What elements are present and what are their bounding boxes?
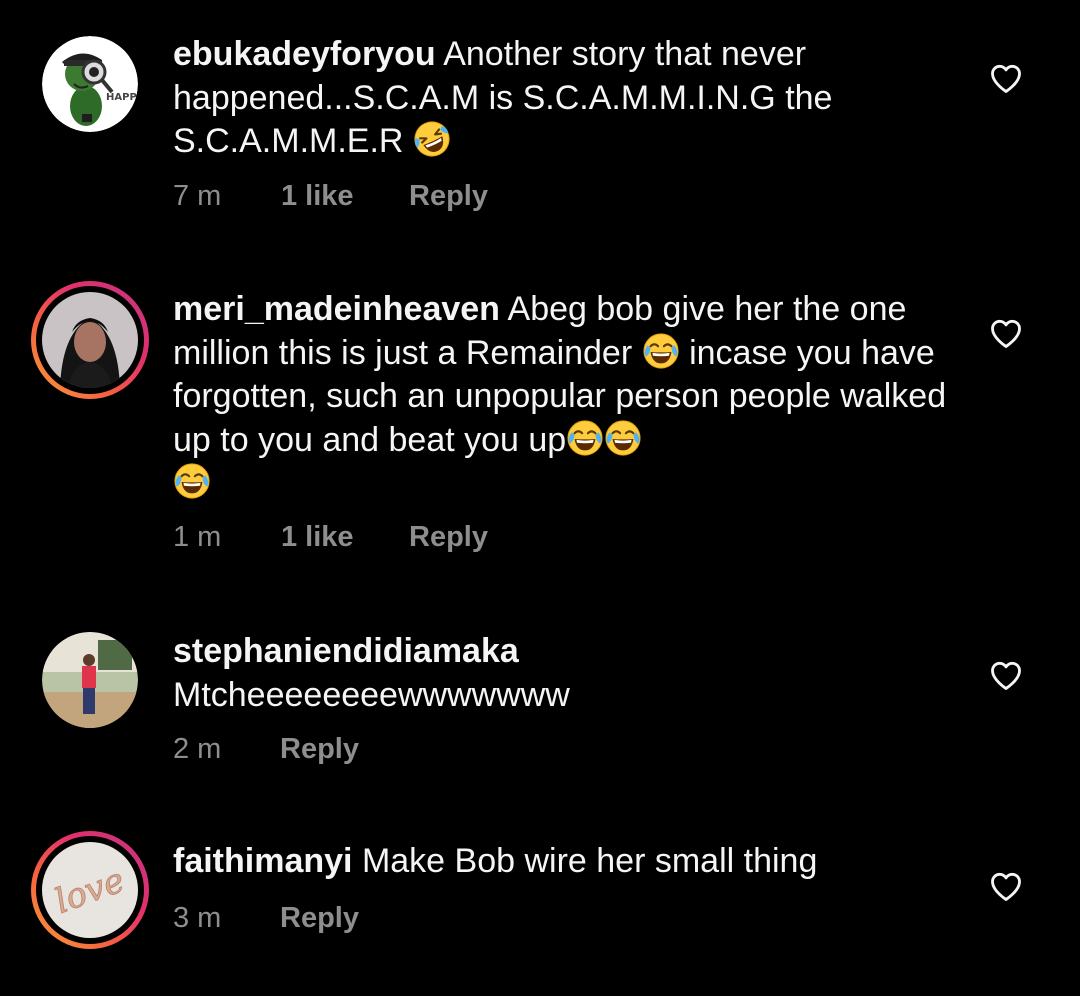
rofl-emoji-icon (413, 120, 451, 158)
comment-body: Make Bob wire her small thing (361, 842, 818, 880)
comment-time: 3 m (173, 902, 222, 934)
reply-button[interactable]: Reply (409, 180, 488, 213)
comment-text: ebukadeyforyou Another story that never … (173, 33, 963, 164)
comment-text: faithimanyi Make Bob wire her small thin… (173, 840, 963, 884)
reply-button[interactable]: Reply (409, 521, 488, 554)
comment-likes-link[interactable]: 1 like (281, 180, 354, 213)
love-balloon-avatar-icon: love (42, 842, 138, 938)
avatar[interactable]: love (31, 831, 149, 949)
tears-of-joy-emoji-icon (566, 419, 604, 457)
like-button[interactable] (988, 60, 1024, 96)
comment-username[interactable]: meri_madeinheaven (173, 290, 500, 328)
reply-button[interactable]: Reply (280, 902, 359, 935)
avatar[interactable]: HAPP (42, 36, 138, 132)
profile-photo-avatar-icon (42, 292, 138, 388)
comment-time: 1 m (173, 521, 222, 553)
heart-outline-icon (988, 868, 1024, 904)
reply-button[interactable]: Reply (280, 733, 359, 766)
heart-outline-icon (988, 657, 1024, 693)
avatar[interactable] (31, 281, 149, 399)
comment-username[interactable]: ebukadeyforyou (173, 35, 436, 73)
comment-username[interactable]: faithimanyi (173, 842, 352, 880)
comment-time: 2 m (173, 733, 222, 765)
comment-text: stephaniendidiamaka Mtcheeeeeeeewwwwwww (173, 630, 963, 717)
like-button[interactable] (988, 315, 1024, 351)
tears-of-joy-emoji-icon (642, 332, 680, 370)
story-ring (36, 286, 144, 394)
comment-text: meri_madeinheaven Abeg bob give her the … (173, 288, 963, 506)
like-button[interactable] (988, 868, 1024, 904)
tears-of-joy-emoji-icon (173, 462, 211, 500)
avatar-text: HAPP (106, 92, 137, 103)
comment-body: Mtcheeeeeeeewwwwwww (173, 675, 570, 714)
avatar[interactable] (42, 632, 138, 728)
comment-time: 7 m (173, 180, 222, 212)
heart-outline-icon (988, 315, 1024, 351)
story-ring: love (36, 836, 144, 944)
profile-photo-avatar-icon (42, 632, 138, 728)
comment-username[interactable]: stephaniendidiamaka (173, 632, 519, 670)
like-button[interactable] (988, 657, 1024, 693)
heart-outline-icon (988, 60, 1024, 96)
comment-likes-link[interactable]: 1 like (281, 521, 354, 554)
tears-of-joy-emoji-icon (604, 419, 642, 457)
cartoon-detective-avatar-icon: HAPP (42, 36, 138, 132)
